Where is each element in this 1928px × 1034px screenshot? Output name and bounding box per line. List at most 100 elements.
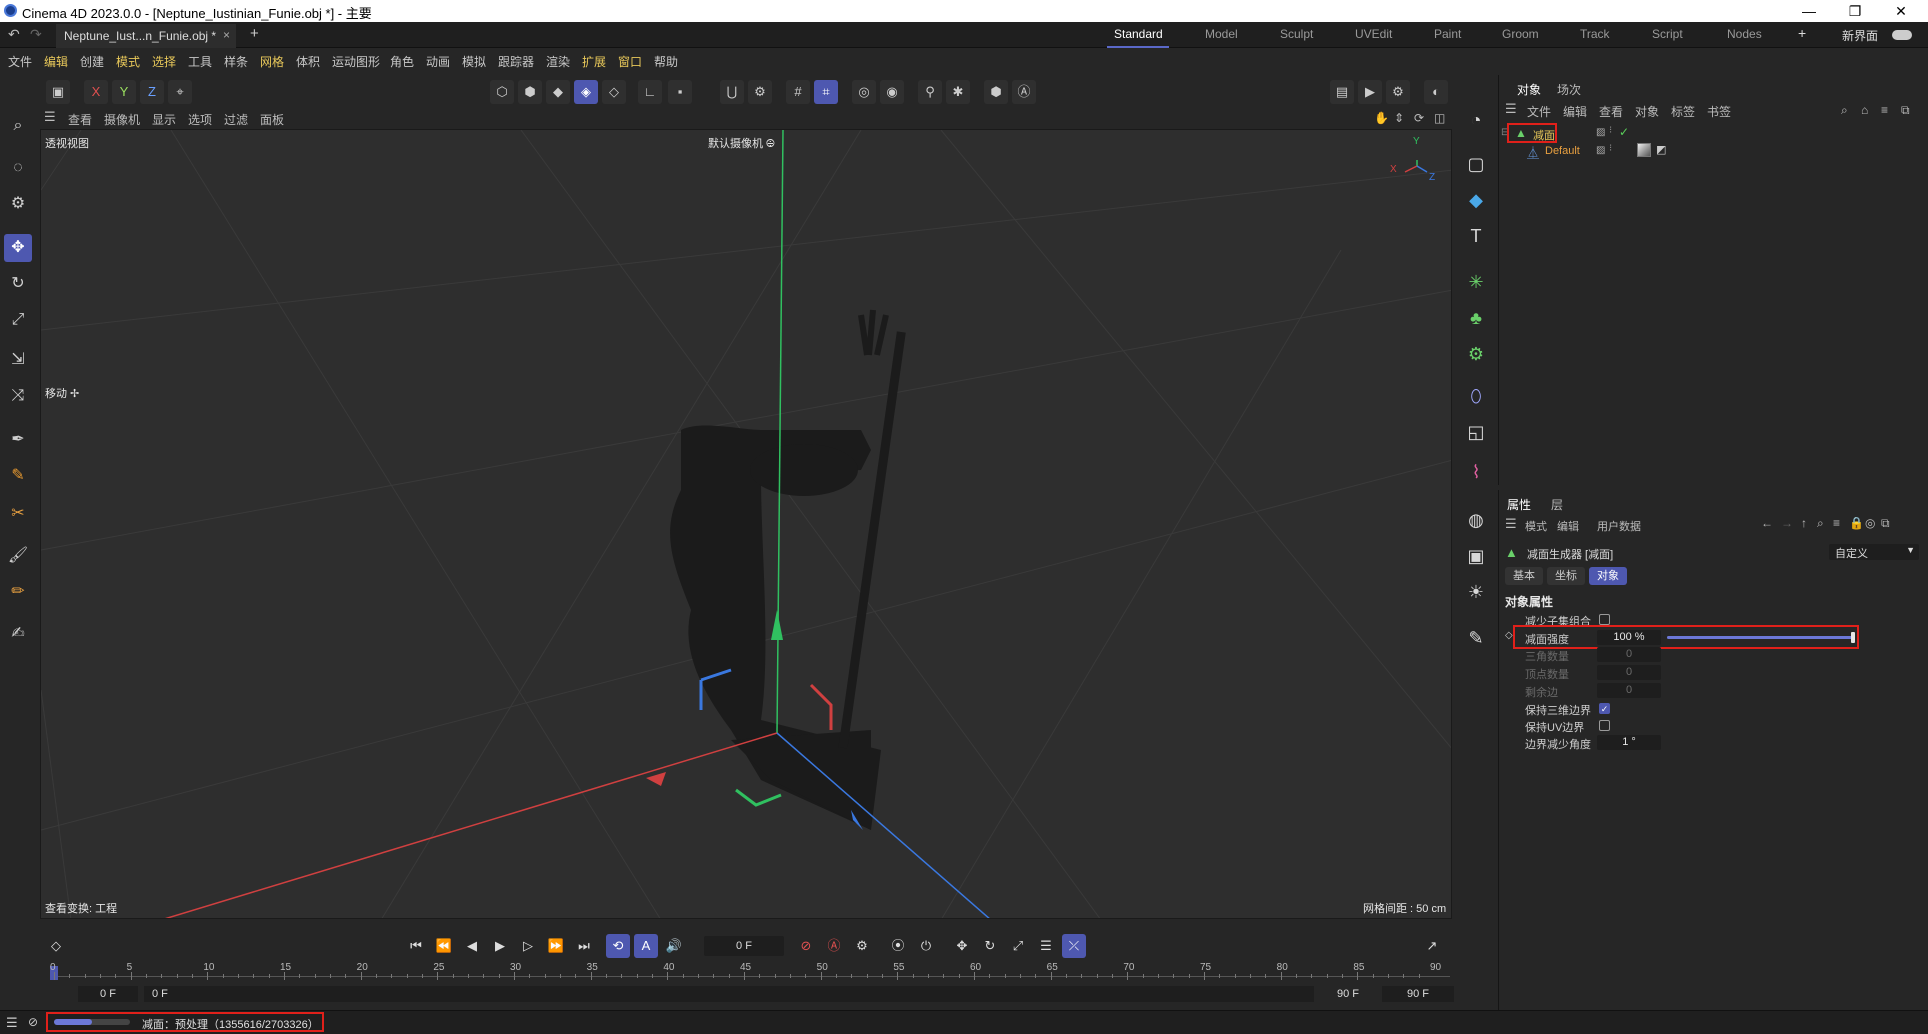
axis-x-toggle[interactable]: X <box>84 80 108 104</box>
tab-layers[interactable]: 层 <box>1551 496 1563 513</box>
cloner-icon[interactable]: ♣ <box>1461 303 1491 333</box>
polygons-mode-icon[interactable]: ◆ <box>546 80 570 104</box>
lock-icon[interactable]: ⚲ <box>918 80 942 104</box>
rotate-view-icon[interactable]: ⟳ <box>1414 111 1424 125</box>
model-mode-icon[interactable]: ◈ <box>574 80 598 104</box>
layout-tab-model[interactable]: Model <box>1205 27 1238 41</box>
grid-icon[interactable]: # <box>786 80 810 104</box>
undo-icon[interactable]: ↶ <box>8 26 20 43</box>
reduce-children-checkbox[interactable] <box>1599 614 1610 625</box>
brush-tool-icon[interactable]: 🖌 <box>4 542 32 570</box>
timeline-ruler[interactable]: 0 5 10 15 20 25 30 35 40 45 50 55 60 65 70 75 80 85 90 <box>50 962 1450 984</box>
menu-edit[interactable]: 编辑 <box>44 53 68 70</box>
om-filter-icon[interactable]: ≡ <box>1881 103 1888 117</box>
point-level-icon[interactable]: ⤫ <box>1062 934 1086 958</box>
preset-dropdown[interactable]: 自定义 ▼ <box>1829 544 1919 560</box>
menu-extensions[interactable]: 扩展 <box>582 53 606 70</box>
autokey-record-icon[interactable]: Ⓐ <box>822 934 846 958</box>
paint-tool-icon[interactable]: ✏ <box>4 578 32 606</box>
next-key-icon[interactable]: ⏩ <box>544 934 568 958</box>
next-frame-icon[interactable]: ▷ <box>516 934 540 958</box>
light-icon[interactable]: ☀ <box>1461 577 1491 607</box>
layout-tab-groom[interactable]: Groom <box>1502 27 1539 41</box>
axis-mode-icon[interactable]: ∟ <box>638 80 662 104</box>
menu-select[interactable]: 选择 <box>152 53 176 70</box>
menu-animate[interactable]: 动画 <box>426 53 450 70</box>
hexagon-icon[interactable]: ⬢ <box>984 80 1008 104</box>
subtab-object[interactable]: 对象 <box>1589 567 1627 585</box>
attr-search-icon[interactable]: ⌕ <box>1817 516 1824 531</box>
coordinate-system-icon[interactable]: ⌖ <box>168 80 192 104</box>
vp-menu-view[interactable]: 查看 <box>68 111 92 128</box>
motion-clip-icon[interactable]: ⦿ <box>886 934 910 958</box>
status-menu-icon[interactable]: ☰ <box>6 1015 18 1031</box>
workplane-icon[interactable]: ⌗ <box>814 80 838 104</box>
rotate-tool-icon[interactable]: ↻ <box>4 270 32 298</box>
scale-tool-icon[interactable]: ⤢ <box>4 306 32 334</box>
timeline-graph-icon[interactable]: ↗ <box>1420 934 1444 958</box>
object-manager-hamburger-icon[interactable]: ☰ <box>1505 101 1517 117</box>
visibility-dots-icon[interactable]: ⁝ <box>1609 125 1612 136</box>
attr-new-window-icon[interactable]: ⧉ <box>1881 516 1890 531</box>
menu-simulate[interactable]: 模拟 <box>462 53 486 70</box>
om-menu-file[interactable]: 文件 <box>1527 103 1551 120</box>
close-tab-icon[interactable]: × <box>223 28 230 42</box>
om-menu-bookmarks[interactable]: 书签 <box>1707 103 1731 120</box>
menu-character[interactable]: 角色 <box>390 53 414 70</box>
tree-row-default[interactable]: ⏅ Default ▨ ⁝ ◩ <box>1501 143 1921 161</box>
menu-render[interactable]: 渲染 <box>546 53 570 70</box>
keyframe-mode-icon[interactable]: ◇ <box>44 934 68 958</box>
attr-menu-edit[interactable]: 编辑 <box>1557 518 1579 534</box>
position-key-icon[interactable]: ✥ <box>950 934 974 958</box>
keyframe-diamond-icon[interactable]: ◇ <box>1505 630 1513 641</box>
uv-tag-icon[interactable]: ◩ <box>1656 143 1666 156</box>
tweak-mode-icon[interactable]: ▪ <box>668 80 692 104</box>
prev-key-icon[interactable]: ⏪ <box>432 934 456 958</box>
cube-outline-icon[interactable]: ▢ <box>1461 149 1491 179</box>
spline-object-icon[interactable]: ⌇ <box>1461 457 1491 487</box>
knife-tool-icon[interactable]: ✂ <box>4 500 32 528</box>
add-layout-icon[interactable]: + <box>1798 25 1806 41</box>
pan-view-icon[interactable]: ✋ <box>1374 111 1389 125</box>
symmetry-icon[interactable]: ◉ <box>880 80 904 104</box>
minimize-button[interactable]: — <box>1786 0 1832 22</box>
selection-options-icon[interactable]: ⚙ <box>4 190 32 218</box>
edges-mode-icon[interactable]: ⬢ <box>518 80 542 104</box>
attr-menu-userdata[interactable]: 用户数据 <box>1597 518 1641 534</box>
layer-icon[interactable]: ▨ <box>1596 127 1605 138</box>
auto-keyframe-icon[interactable]: A <box>634 934 658 958</box>
menu-tools[interactable]: 工具 <box>188 53 212 70</box>
vp-menu-options[interactable]: 选项 <box>188 111 212 128</box>
document-tab[interactable]: Neptune_Iust...n_Funie.obj * × <box>56 24 236 48</box>
add-tab-icon[interactable]: + <box>250 25 259 42</box>
tab-attributes[interactable]: 属性 <box>1507 496 1531 513</box>
move-tool-icon[interactable]: ✥ <box>4 234 32 262</box>
material-tag-icon[interactable] <box>1637 143 1651 157</box>
ui-toggle[interactable] <box>1892 30 1912 40</box>
null-object-icon[interactable]: ◔ <box>1461 105 1491 135</box>
maximize-button[interactable]: ❐ <box>1832 0 1878 22</box>
redshift-icon[interactable]: ◐ <box>1424 80 1448 104</box>
vp-menu-cameras[interactable]: 摄像机 <box>104 111 140 128</box>
power-icon[interactable]: ⏻ <box>914 934 938 958</box>
vp-menu-panel[interactable]: 面板 <box>260 111 284 128</box>
new-ui-button[interactable]: 新界面 <box>1842 27 1878 44</box>
deformer-gear-icon[interactable]: ⚙ <box>1461 339 1491 369</box>
back-arrow-icon[interactable]: ← <box>1761 516 1773 530</box>
snap-icon[interactable]: ⋃ <box>720 80 744 104</box>
menu-window[interactable]: 窗口 <box>618 53 642 70</box>
goto-end-icon[interactable]: ⏭ <box>572 934 596 958</box>
key-settings-icon[interactable]: ⚙ <box>850 934 874 958</box>
field-icon[interactable]: ⬯ <box>1461 381 1491 411</box>
attr-lock-icon[interactable]: 🔒 <box>1849 516 1864 530</box>
sculpt-tool-icon[interactable]: ✍ <box>4 620 32 648</box>
layout-tab-uvedit[interactable]: UVEdit <box>1355 27 1392 41</box>
up-arrow-icon[interactable]: ↑ <box>1801 516 1807 530</box>
soft-selection-icon[interactable]: ◎ <box>852 80 876 104</box>
rotation-key-icon[interactable]: ↻ <box>978 934 1002 958</box>
tools-settings-icon[interactable]: ✱ <box>946 80 970 104</box>
forward-arrow-icon[interactable]: → <box>1781 516 1793 530</box>
viewport-hamburger-icon[interactable]: ☰ <box>44 109 56 125</box>
layout-tab-script[interactable]: Script <box>1652 27 1683 41</box>
menu-mesh[interactable]: 网格 <box>260 53 284 70</box>
